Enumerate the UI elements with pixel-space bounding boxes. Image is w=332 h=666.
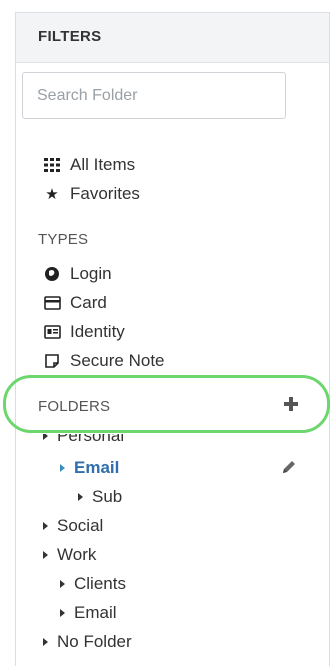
credit-card-icon — [43, 294, 61, 312]
folder-item-label: Email — [74, 458, 120, 477]
filters-title: FILTERS — [38, 28, 102, 45]
add-folder-plus-icon[interactable] — [283, 396, 299, 412]
caret-right-icon — [60, 464, 65, 472]
nav-item-all-items[interactable]: All Items — [43, 155, 135, 175]
caret-right-icon — [60, 580, 65, 588]
folder-item-label: Clients — [74, 574, 126, 593]
type-item-card[interactable]: Card — [43, 293, 107, 313]
folder-item-email-active[interactable]: Email — [60, 458, 119, 478]
type-item-login[interactable]: Login — [43, 264, 112, 284]
nav-item-favorites[interactable]: ★ Favorites — [43, 184, 140, 204]
folder-item-work-email[interactable]: Email — [60, 603, 117, 623]
search-folder-input[interactable] — [22, 72, 286, 119]
caret-right-icon — [78, 493, 83, 501]
folder-item-label: Sub — [92, 487, 123, 506]
folder-item-label: Personal — [57, 434, 125, 444]
filters-header: FILTERS — [16, 13, 329, 63]
type-item-label: Identity — [70, 322, 125, 341]
folder-item-label: Email — [74, 603, 117, 622]
folder-item-clients[interactable]: Clients — [60, 574, 126, 594]
type-item-label: Secure Note — [70, 351, 165, 370]
folders-section-label: FOLDERS — [38, 398, 111, 415]
type-item-label: Login — [70, 264, 112, 283]
folder-item-work[interactable]: Work — [43, 545, 96, 565]
caret-right-icon — [43, 638, 48, 646]
grid-icon — [43, 156, 61, 174]
folder-item-label: Social — [57, 516, 104, 535]
type-item-identity[interactable]: Identity — [43, 322, 125, 342]
nav-item-label: Favorites — [70, 184, 140, 203]
star-icon: ★ — [45, 186, 59, 203]
type-item-secure-note[interactable]: Secure Note — [43, 351, 165, 371]
folder-item-social[interactable]: Social — [43, 516, 103, 536]
folder-item-personal[interactable]: Personal — [43, 434, 124, 444]
folder-item-label: Work — [57, 545, 97, 564]
caret-right-icon — [60, 609, 65, 617]
folder-item-sub[interactable]: Sub — [78, 487, 122, 507]
folder-item-no-folder[interactable]: No Folder — [43, 632, 132, 652]
caret-right-icon — [43, 434, 48, 440]
folder-item-label: No Folder — [57, 632, 132, 651]
edit-pencil-icon[interactable] — [280, 458, 298, 476]
type-item-label: Card — [70, 293, 107, 312]
id-card-icon — [43, 323, 61, 341]
sticky-note-icon — [43, 352, 61, 370]
caret-right-icon — [43, 522, 48, 530]
nav-item-label: All Items — [70, 155, 136, 174]
caret-right-icon — [43, 551, 48, 559]
globe-icon — [43, 265, 61, 283]
types-section-label: TYPES — [38, 231, 89, 248]
